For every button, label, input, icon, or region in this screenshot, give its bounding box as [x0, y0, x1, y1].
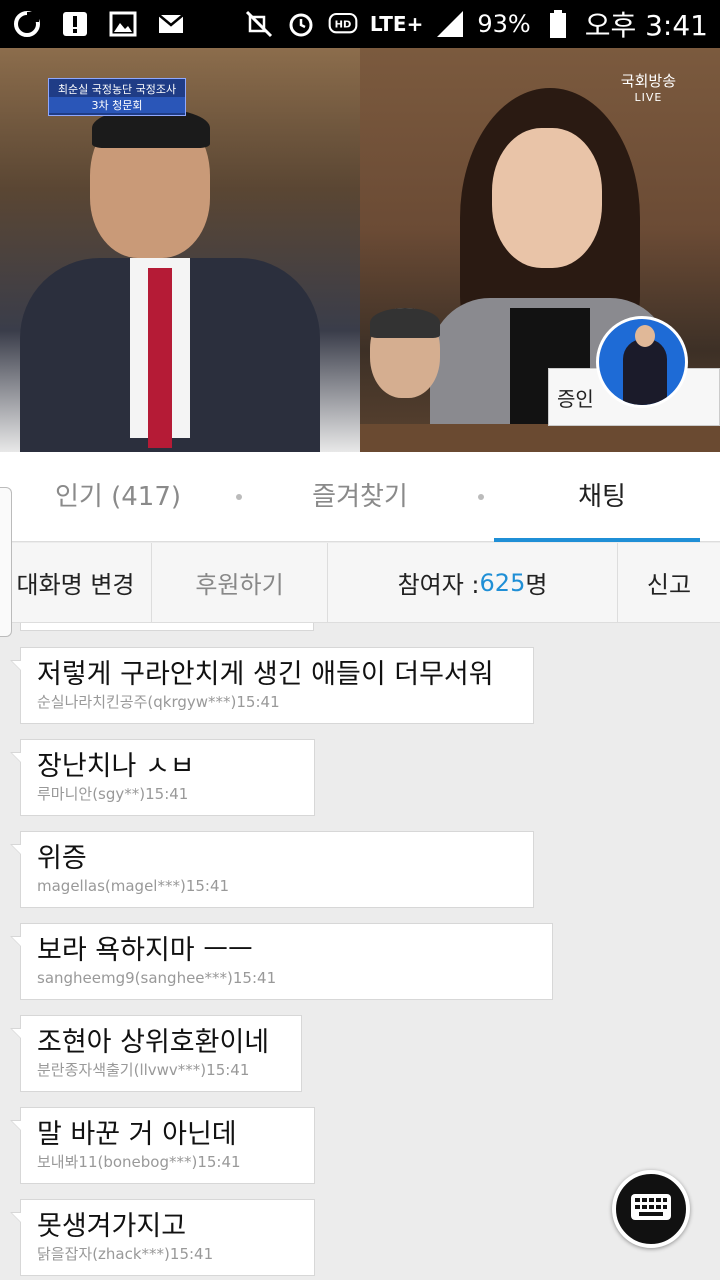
message-meta: 순실나라치킨공주(qkrgyw***)15:41: [37, 693, 280, 711]
message-meta: 닭을잡자(zhack***)15:41: [37, 1245, 214, 1263]
desk: [360, 424, 720, 452]
participants-label: 참여자 :: [397, 571, 480, 599]
tab-bar: 인기 (417) 즐겨찾기 채팅: [0, 452, 720, 542]
change-nickname-button[interactable]: 대화명 변경: [0, 543, 152, 622]
live-label: LIVE: [634, 91, 663, 104]
caption-title: 최순실 국정농단 국정조사: [57, 83, 177, 96]
chat-message[interactable]: 조현아 상위호환이네 분란종자색출기(llvwv***)15:41: [10, 1015, 302, 1092]
chat-message[interactable]: 위증 magellas(magel***)15:41: [10, 831, 534, 908]
message-text: 말 바꾼 거 아닌데: [37, 1119, 237, 1150]
message-text: 장난치나 ㅅㅂ: [37, 751, 195, 782]
status-bar: HD LTE+ 93% 오후 3:41: [0, 0, 720, 48]
message-meta: 분란종자색출기(llvwv***)15:41: [37, 1061, 250, 1079]
chat-message[interactable]: 보라 욕하지마 ㅡㅡ sangheemg9(sanghee***)15:41: [10, 923, 553, 1000]
message-text: 못생겨가지고: [37, 1211, 187, 1242]
donate-button[interactable]: 후원하기: [152, 543, 328, 622]
report-button[interactable]: 신고: [618, 543, 720, 622]
app-icon: [12, 9, 42, 39]
caption-subtitle: 3차 청문회: [49, 97, 185, 113]
mute-icon: [244, 9, 274, 39]
battery-percent: 93%: [477, 10, 531, 38]
battery-icon: [543, 9, 573, 39]
video-caption: 최순실 국정농단 국정조사 3차 청문회: [48, 78, 186, 116]
message-meta: 보내봐11(bonebog***)15:41: [37, 1153, 241, 1171]
signal-icon: [435, 9, 465, 39]
message-text: 위증: [37, 843, 87, 874]
chat-toolbar: 대화명 변경 후원하기 참여자 : 625 명 신고: [0, 543, 720, 623]
speaker-figure: [20, 108, 320, 452]
chat-list[interactable]: 저렇게 구라안치게 생긴 애들이 더무서워 순실나라치킨공주(qkrgyw***…: [0, 623, 720, 1280]
participant-count: 참여자 : 625 명: [328, 543, 618, 622]
clock: 오후 3:41: [584, 9, 708, 42]
message-meta: magellas(magel***)15:41: [37, 877, 230, 895]
tab-popular[interactable]: 인기 (417): [0, 452, 236, 542]
keyboard-icon: [629, 1192, 673, 1226]
nameplate-label: 증인: [557, 386, 594, 411]
image-icon: [108, 9, 138, 39]
network-type: LTE+: [369, 12, 424, 36]
message-text: 보라 욕하지마 ㅡㅡ: [37, 935, 253, 966]
alert-icon: [60, 9, 90, 39]
previous-message-edge: [20, 623, 314, 631]
chat-message[interactable]: 저렇게 구라안치게 생긴 애들이 더무서워 순실나라치킨공주(qkrgyw***…: [10, 647, 534, 724]
chat-message[interactable]: 장난치나 ㅅㅂ 루마니안(sgy**)15:41: [10, 739, 315, 816]
svg-text:HD: HD: [335, 19, 352, 30]
video-player[interactable]: 최순실 국정농단 국정조사 3차 청문회 증인 국회방송 LIVE: [0, 48, 720, 452]
sign-language-inset: [596, 316, 688, 408]
message-meta: 루마니안(sgy**)15:41: [37, 785, 189, 803]
mail-icon: [156, 9, 186, 39]
message-text: 저렇게 구라안치게 생긴 애들이 더무서워: [37, 659, 494, 690]
chat-message[interactable]: 못생겨가지고 닭을잡자(zhack***)15:41: [10, 1199, 315, 1276]
tab-chat[interactable]: 채팅: [484, 452, 720, 542]
tab-favorites[interactable]: 즐겨찾기: [242, 452, 478, 542]
keyboard-button[interactable]: [612, 1170, 690, 1248]
hd-icon: HD: [328, 9, 358, 39]
participants-unit: 명: [525, 571, 548, 599]
message-text: 조현아 상위호환이네: [37, 1027, 270, 1058]
broadcaster-logo: 국회방송 LIVE: [621, 70, 676, 104]
alarm-icon: [286, 9, 316, 39]
video-feed-left: 최순실 국정농단 국정조사 3차 청문회: [0, 48, 360, 452]
message-meta: sangheemg9(sanghee***)15:41: [37, 969, 277, 987]
side-drawer-handle[interactable]: [0, 487, 12, 637]
broadcaster-name: 국회방송: [620, 72, 676, 90]
participants-number: 625: [479, 568, 526, 597]
chat-message[interactable]: 말 바꾼 거 아닌데 보내봐11(bonebog***)15:41: [10, 1107, 315, 1184]
